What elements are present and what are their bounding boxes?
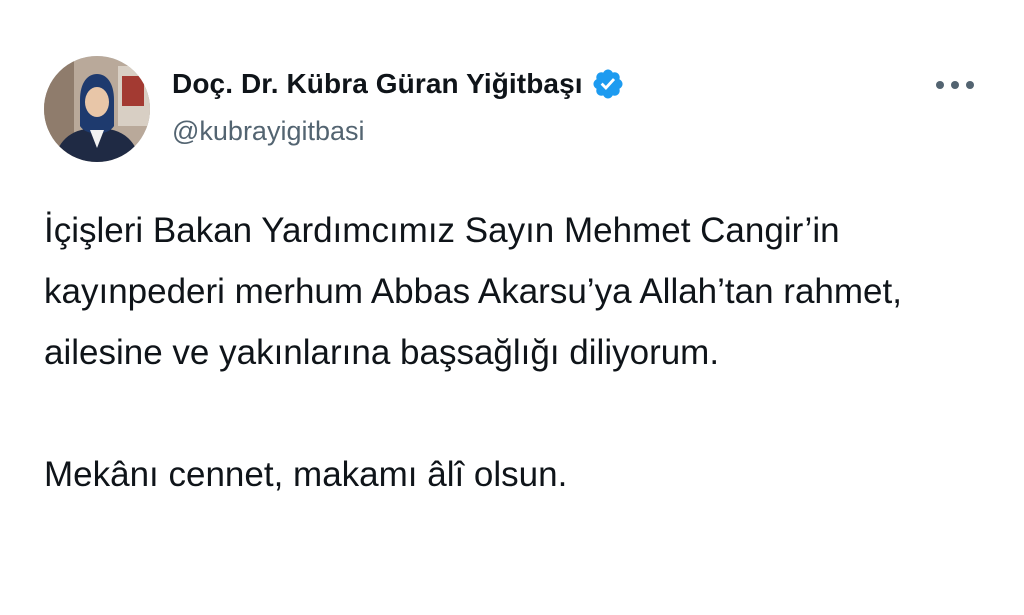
profile-photo — [44, 56, 150, 162]
tweet-text: İçişleri Bakan Yardımcımız Sayın Mehmet … — [44, 200, 984, 505]
avatar[interactable] — [44, 56, 150, 162]
more-options-icon[interactable] — [930, 70, 980, 100]
author-handle[interactable]: @kubrayigitbasi — [172, 116, 365, 147]
tweet-card: Doç. Dr. Kübra Güran Yiğitbaşı @kubrayig… — [0, 0, 1024, 615]
author-display-name[interactable]: Doç. Dr. Kübra Güran Yiğitbaşı — [172, 68, 583, 100]
tweet-paragraph: İçişleri Bakan Yardımcımız Sayın Mehmet … — [44, 211, 902, 372]
tweet-paragraph: Mekânı cennet, makamı âlî olsun. — [44, 455, 568, 494]
verified-badge-icon — [591, 67, 625, 101]
author-name-row: Doç. Dr. Kübra Güran Yiğitbaşı — [172, 64, 625, 104]
